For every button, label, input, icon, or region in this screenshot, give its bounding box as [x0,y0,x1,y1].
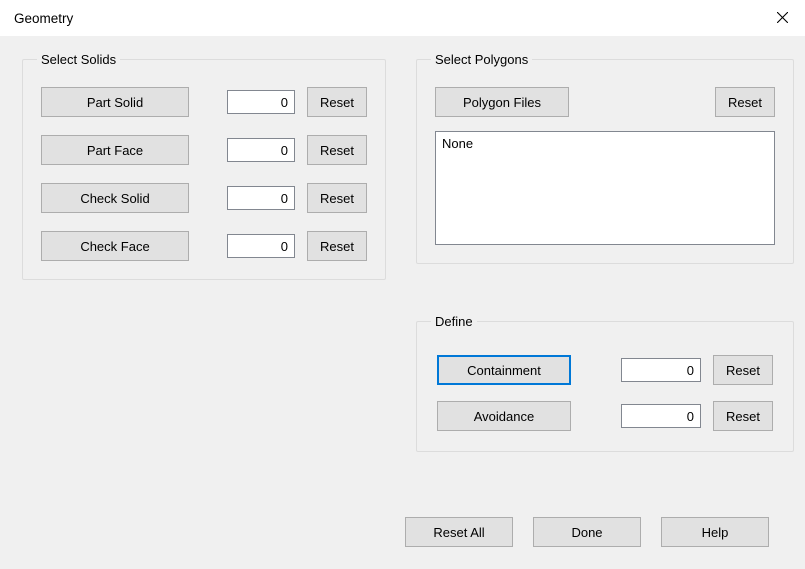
window-title: Geometry [14,11,759,26]
select-polygons-legend: Select Polygons [431,52,532,67]
check-solid-reset-button[interactable]: Reset [307,183,367,213]
check-face-button[interactable]: Check Face [41,231,189,261]
close-button[interactable] [759,0,805,36]
polygon-files-list[interactable]: None [435,131,775,245]
geometry-dialog: Geometry Select Solids Part Solid Reset [0,0,805,569]
done-button[interactable]: Done [533,517,641,547]
avoidance-button[interactable]: Avoidance [437,401,571,431]
avoidance-value[interactable] [621,404,701,428]
part-face-reset-button[interactable]: Reset [307,135,367,165]
select-solids-legend: Select Solids [37,52,120,67]
reset-all-button[interactable]: Reset All [405,517,513,547]
close-icon [777,11,788,26]
select-solids-group: Select Solids Part Solid Reset Part Face… [22,52,386,280]
dialog-bottom-bar: Reset All Done Help [405,517,769,547]
avoidance-reset-button[interactable]: Reset [713,401,773,431]
check-face-value[interactable] [227,234,295,258]
check-solid-button[interactable]: Check Solid [41,183,189,213]
polygon-files-list-content: None [442,136,768,151]
containment-button[interactable]: Containment [437,355,571,385]
check-face-reset-button[interactable]: Reset [307,231,367,261]
containment-value[interactable] [621,358,701,382]
select-polygons-group: Select Polygons Polygon Files Reset None [416,52,794,264]
part-face-value[interactable] [227,138,295,162]
polygons-reset-button[interactable]: Reset [715,87,775,117]
polygon-files-button[interactable]: Polygon Files [435,87,569,117]
part-solid-value[interactable] [227,90,295,114]
client-area: Select Solids Part Solid Reset Part Face… [0,36,805,569]
containment-reset-button[interactable]: Reset [713,355,773,385]
define-legend: Define [431,314,477,329]
titlebar: Geometry [0,0,805,36]
part-solid-button[interactable]: Part Solid [41,87,189,117]
part-solid-reset-button[interactable]: Reset [307,87,367,117]
part-face-button[interactable]: Part Face [41,135,189,165]
help-button[interactable]: Help [661,517,769,547]
define-group: Define Containment Reset Avoidance [416,314,794,452]
check-solid-value[interactable] [227,186,295,210]
